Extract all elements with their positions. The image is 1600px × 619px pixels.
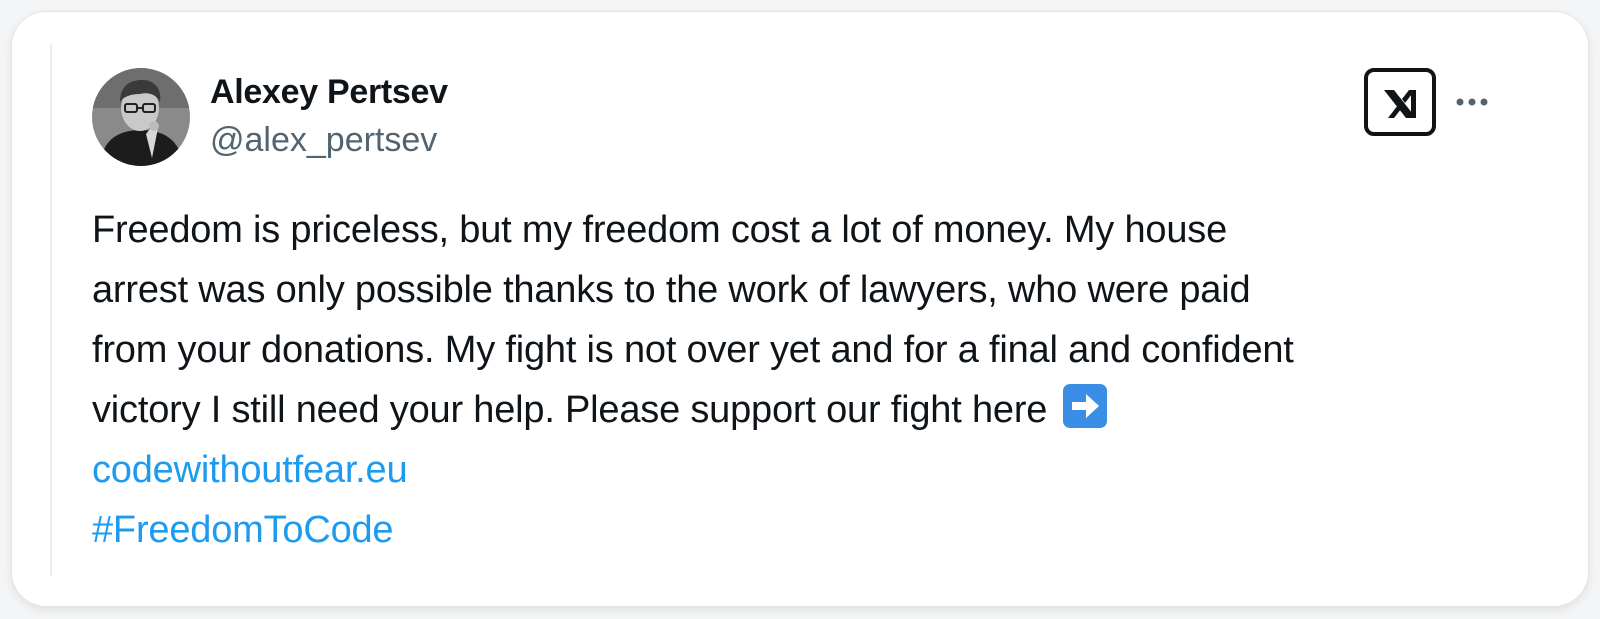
hashtag-link[interactable]: #FreedomToCode — [92, 500, 1532, 560]
more-dots-icon — [1456, 98, 1488, 106]
tweet-text: Freedom is priceless, but my freedom cos… — [92, 200, 1532, 560]
author-name[interactable]: Alexey Pertsev — [210, 72, 448, 112]
x-logo-icon[interactable] — [1364, 68, 1436, 136]
tweet-card: Alexey Pertsev @alex_pertsev Freedom is … — [12, 12, 1588, 606]
avatar-photo — [92, 68, 190, 166]
thread-divider — [50, 44, 52, 576]
avatar[interactable] — [92, 68, 190, 166]
more-options-button[interactable] — [1450, 84, 1494, 120]
tweet-line: Freedom is priceless, but my freedom cos… — [92, 209, 1228, 251]
website-link[interactable]: codewithoutfear.eu — [92, 440, 1532, 500]
author-handle[interactable]: @alex_pertsev — [210, 120, 448, 160]
tweet-line-with-emoji: victory I still need your help. Please s… — [92, 380, 1532, 440]
author-block: Alexey Pertsev @alex_pertsev — [210, 72, 448, 160]
tweet-line: arrest was only possible thanks to the w… — [92, 269, 1251, 311]
tweet-line: victory I still need your help. Please s… — [92, 389, 1058, 431]
right-arrow-emoji-icon — [1062, 383, 1108, 429]
tweet-line: from your donations. My fight is not ove… — [92, 329, 1294, 371]
